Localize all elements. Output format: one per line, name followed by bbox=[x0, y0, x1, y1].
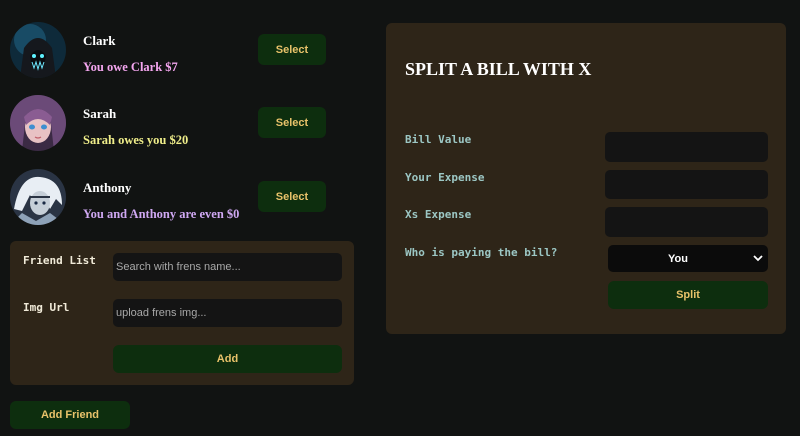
add-button[interactable]: Add bbox=[113, 345, 342, 373]
your-expense-label: Your Expense bbox=[405, 171, 485, 184]
image-url-input[interactable] bbox=[113, 299, 342, 327]
payer-select[interactable]: You bbox=[608, 245, 768, 272]
friend-name-input[interactable] bbox=[113, 253, 342, 281]
friend-balance-status: Sarah owes you $20 bbox=[83, 133, 189, 147]
add-friend-form: Friend List Img Url Add bbox=[10, 241, 354, 385]
anime-girl-avatar-icon bbox=[10, 95, 66, 151]
friend-expense-input[interactable] bbox=[605, 207, 768, 237]
hooded-figure-avatar-icon bbox=[10, 22, 66, 78]
bill-value-input[interactable] bbox=[605, 132, 768, 162]
friend-name: Anthony bbox=[83, 180, 132, 195]
bill-value-label: Bill Value bbox=[405, 133, 472, 146]
friend-item-sarah: Sarah Sarah owes you $20 Select bbox=[10, 95, 340, 151]
split-bill-title: SPLIT A BILL WITH X bbox=[405, 59, 592, 79]
select-friend-button[interactable]: Select bbox=[258, 107, 326, 138]
friend-name-label: Friend List bbox=[23, 254, 96, 267]
friend-expense-label: Xs Expense bbox=[405, 208, 472, 221]
select-friend-button[interactable]: Select bbox=[258, 181, 326, 212]
select-friend-button[interactable]: Select bbox=[258, 34, 326, 65]
split-button[interactable]: Split bbox=[608, 281, 768, 309]
add-friend-button[interactable]: Add Friend bbox=[10, 401, 130, 429]
payer-selected-value: You bbox=[668, 252, 688, 265]
friend-item-clark: Clark You owe Clark $7 Select bbox=[10, 22, 340, 78]
white-haired-warrior-avatar-icon bbox=[10, 169, 66, 225]
chevron-down-icon bbox=[752, 249, 764, 270]
friend-name: Clark bbox=[83, 33, 116, 48]
split-bill-form: SPLIT A BILL WITH X Bill Value Your Expe… bbox=[386, 23, 786, 334]
your-expense-input[interactable] bbox=[605, 170, 768, 199]
friend-balance-status: You owe Clark $7 bbox=[83, 60, 178, 74]
friend-balance-status: You and Anthony are even $0 bbox=[83, 207, 240, 221]
image-url-label: Img Url bbox=[23, 301, 70, 314]
friend-item-anthony: Anthony You and Anthony are even $0 Sele… bbox=[10, 169, 340, 225]
friend-name: Sarah bbox=[83, 106, 117, 121]
payer-label: Who is paying the bill? bbox=[405, 246, 558, 259]
